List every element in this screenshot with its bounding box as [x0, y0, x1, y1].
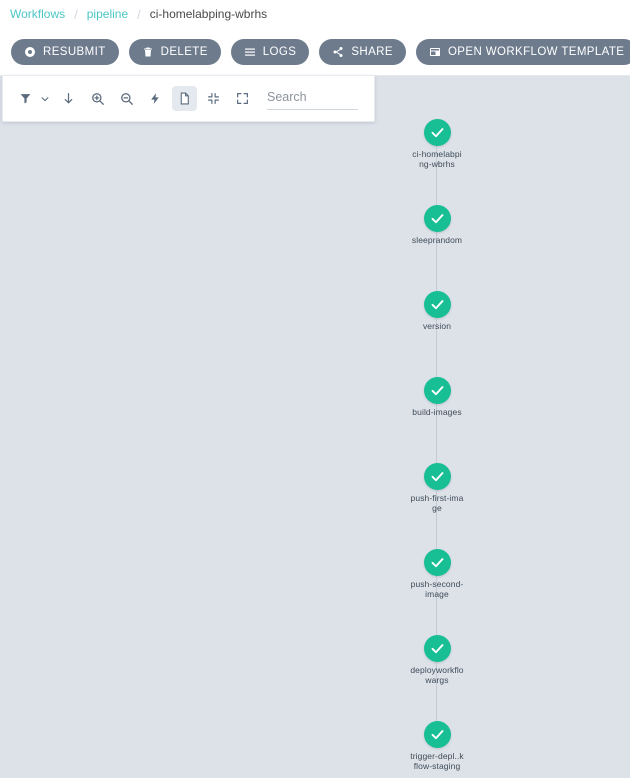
share-icon [332, 46, 344, 58]
graph-toolbar [2, 75, 375, 122]
chevron-down-icon[interactable] [38, 86, 52, 111]
node-status-succeeded [423, 119, 451, 146]
dag-node-label: ci-homelabping-wbrhs [412, 149, 462, 169]
dag-node-label: push-second-image [410, 579, 464, 599]
template-icon [429, 46, 441, 58]
node-status-succeeded [423, 549, 451, 576]
workflow-details-page: Workflows / pipeline / ci-homelabping-wb… [0, 0, 630, 778]
node-status-succeeded [423, 635, 451, 662]
zoom-in-icon[interactable] [85, 86, 110, 111]
node-status-succeeded [423, 463, 451, 490]
delete-button[interactable]: DELETE [128, 38, 221, 65]
dag-node[interactable]: deployworkflowargs [377, 635, 497, 685]
workflow-graph-canvas[interactable]: ci-homelabping-wbrhs sleeprandom version… [0, 76, 630, 778]
resubmit-button[interactable]: RESUBMIT [11, 38, 119, 65]
dag-node[interactable]: build-images [377, 377, 497, 418]
logs-button[interactable]: LOGS [230, 38, 310, 65]
search-input[interactable] [267, 87, 358, 110]
trash-icon [142, 46, 154, 58]
lightning-icon[interactable] [143, 86, 168, 111]
share-button[interactable]: SHARE [319, 38, 406, 65]
resubmit-icon [24, 46, 36, 58]
dag-node[interactable]: version [377, 291, 497, 332]
dag-node[interactable]: ci-homelabping-wbrhs [377, 119, 497, 169]
breadcrumb-item-workflows[interactable]: Workflows [10, 7, 65, 21]
node-status-succeeded [423, 377, 451, 404]
dag-container: ci-homelabping-wbrhs sleeprandom version… [0, 76, 630, 778]
open-workflow-template-button[interactable]: OPEN WORKFLOW TEMPLATE [415, 38, 630, 65]
dag-node-label: sleeprandom [411, 235, 463, 245]
document-icon[interactable] [172, 86, 197, 111]
breadcrumb-separator: / [137, 6, 141, 22]
delete-button-label: DELETE [160, 45, 208, 58]
breadcrumb-separator: / [74, 6, 78, 22]
open-workflow-template-button-label: OPEN WORKFLOW TEMPLATE [447, 45, 625, 58]
breadcrumb-item-pipeline[interactable]: pipeline [87, 7, 128, 21]
action-toolbar: RESUBMIT DELETE LOGS SHARE OPEN WORKFLOW [0, 28, 630, 76]
dag-node[interactable]: trigger-depl..kflow-staging [377, 721, 497, 771]
filter-icon[interactable] [13, 86, 38, 111]
dag-node[interactable]: push-second-image [377, 549, 497, 599]
dag-node-label: trigger-depl..kflow-staging [410, 751, 464, 771]
logs-button-label: LOGS [262, 45, 297, 58]
collapse-icon[interactable] [201, 86, 226, 111]
dag-node-label: version [422, 321, 452, 331]
dag-node-label: deployworkflowargs [410, 665, 464, 685]
node-status-succeeded [423, 721, 451, 748]
breadcrumb-item-current: ci-homelabping-wbrhs [149, 7, 268, 21]
share-button-label: SHARE [351, 45, 393, 58]
dag-node-label: build-images [412, 407, 462, 417]
dag-node-label: push-first-image [410, 493, 464, 513]
node-status-succeeded [423, 205, 451, 232]
dag-node[interactable]: sleeprandom [377, 205, 497, 246]
resubmit-button-label: RESUBMIT [43, 45, 106, 58]
dag-node[interactable]: push-first-image [377, 463, 497, 513]
node-status-succeeded [423, 291, 451, 318]
fullscreen-icon[interactable] [230, 86, 255, 111]
list-icon [244, 46, 256, 58]
breadcrumb: Workflows / pipeline / ci-homelabping-wb… [0, 0, 630, 28]
zoom-out-icon[interactable] [114, 86, 139, 111]
arrow-down-icon[interactable] [56, 86, 81, 111]
search-field-wrapper [267, 87, 374, 110]
